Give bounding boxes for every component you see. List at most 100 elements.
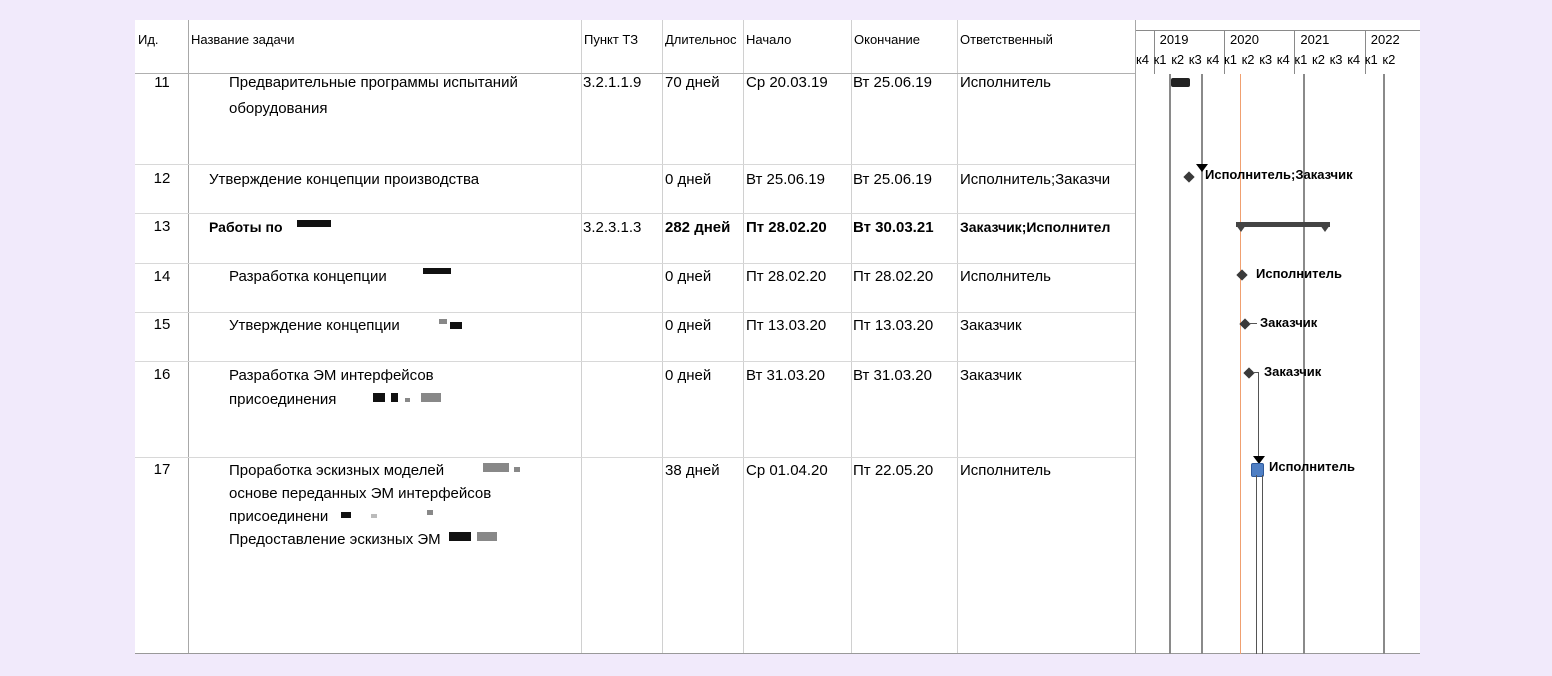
redaction: [371, 514, 377, 518]
header-name[interactable]: Название задачи: [191, 32, 577, 47]
header-id[interactable]: Ид.: [138, 32, 186, 47]
task-name-line[interactable]: Утверждение концепции: [229, 315, 400, 336]
header-end[interactable]: Окончание: [854, 32, 955, 47]
task-start[interactable]: Пт 28.02.20: [746, 217, 827, 238]
col-divider: [851, 20, 852, 654]
task-end[interactable]: Вт 30.03.21: [853, 217, 934, 238]
task-responsible[interactable]: Заказчик: [960, 315, 1133, 336]
gantt-label-task-14: Исполнитель: [1256, 266, 1342, 281]
timeline-quarter: к1: [1364, 52, 1378, 67]
task-end[interactable]: Вт 25.06.19: [853, 169, 932, 190]
gantt-summary-bar-task-13[interactable]: [1236, 222, 1330, 227]
header-responsible[interactable]: Ответственный: [960, 32, 1132, 47]
task-duration[interactable]: 0 дней: [665, 169, 711, 190]
gantt-label-task-15: Заказчик: [1260, 315, 1318, 330]
task-id: 17: [153, 461, 171, 478]
redaction: [449, 532, 471, 541]
gantt-milestone-task-12[interactable]: [1183, 171, 1195, 183]
gantt-milestone-task-14[interactable]: [1236, 269, 1248, 281]
task-name-line[interactable]: Разработка ЭМ интерфейсов: [229, 365, 434, 386]
gantt-label-task-12: Исполнитель;Заказчик: [1205, 167, 1353, 182]
task-duration[interactable]: 70 дней: [665, 72, 720, 93]
row-divider: [135, 164, 1135, 165]
timeline-quarter: к3: [1259, 52, 1273, 67]
timeline-year: 2019: [1159, 32, 1189, 47]
timeline-quarter: к4: [1347, 52, 1361, 67]
task-start[interactable]: Ср 20.03.19: [746, 72, 828, 93]
redaction: [514, 467, 520, 472]
task-end[interactable]: Пт 28.02.20: [853, 266, 933, 287]
task-start[interactable]: Пт 28.02.20: [746, 266, 826, 287]
task-duration[interactable]: 0 дней: [665, 266, 711, 287]
gantt-connector: [1256, 475, 1257, 654]
gantt-label-task-16: Заказчик: [1264, 364, 1322, 379]
redaction: [373, 393, 385, 402]
header-duration[interactable]: Длительнос: [665, 32, 742, 47]
task-id: 16: [153, 366, 171, 383]
table-bottom: [135, 653, 1420, 654]
task-name-line[interactable]: Предоставление эскизных ЭМ: [229, 529, 441, 550]
gantt-summary-cap: [1236, 225, 1246, 232]
redaction: [297, 220, 331, 227]
timeline-quarter: к2: [1241, 52, 1255, 67]
task-responsible[interactable]: Исполнитель: [960, 72, 1133, 93]
col-divider: [957, 20, 958, 654]
task-name-line[interactable]: Проработка эскизных моделей: [229, 460, 444, 481]
timeline-quarter: к2: [1382, 52, 1396, 67]
task-name-line[interactable]: Работы по: [209, 217, 283, 238]
redaction: [341, 512, 351, 518]
task-start[interactable]: Пт 13.03.20: [746, 315, 826, 336]
task-responsible[interactable]: Заказчик: [960, 365, 1133, 386]
timeline-quarter: к4: [1276, 52, 1290, 67]
header-start[interactable]: Начало: [746, 32, 849, 47]
gantt-year-line: [1169, 74, 1171, 654]
task-start[interactable]: Ср 01.04.20: [746, 460, 828, 481]
task-duration[interactable]: 38 дней: [665, 460, 720, 481]
redaction: [423, 268, 451, 274]
gantt-milestone-task-16[interactable]: [1243, 367, 1255, 379]
redaction: [450, 322, 462, 329]
task-id: 13: [153, 218, 171, 235]
task-duration[interactable]: 282 дней: [665, 217, 742, 238]
task-name-line[interactable]: присоединени: [229, 506, 328, 527]
task-start[interactable]: Вт 31.03.20: [746, 365, 825, 386]
task-end[interactable]: Вт 25.06.19: [853, 72, 932, 93]
gantt-connector: [1249, 323, 1257, 324]
col-divider: [743, 20, 744, 654]
task-duration[interactable]: 0 дней: [665, 315, 711, 336]
header-punkt[interactable]: Пункт ТЗ: [584, 32, 660, 47]
row-divider: [135, 213, 1135, 214]
col-divider: [581, 20, 582, 654]
gantt-connector: [1262, 475, 1263, 654]
task-name-line[interactable]: оборудования: [229, 98, 327, 119]
task-responsible[interactable]: Исполнитель: [960, 266, 1133, 287]
gantt-year-line: [1383, 74, 1385, 654]
gantt-summary-cap: [1320, 225, 1330, 232]
gantt-bar-task-11[interactable]: [1171, 78, 1190, 87]
task-start[interactable]: Вт 25.06.19: [746, 169, 825, 190]
redaction: [405, 398, 410, 402]
task-end[interactable]: Вт 31.03.20: [853, 365, 932, 386]
task-duration[interactable]: 0 дней: [665, 365, 711, 386]
task-name-line[interactable]: присоединения: [229, 389, 336, 410]
timeline-quarter: к1: [1294, 52, 1308, 67]
task-name-line[interactable]: Разработка концепции: [229, 266, 387, 287]
redaction: [483, 463, 509, 472]
task-end[interactable]: Пт 22.05.20: [853, 460, 933, 481]
timeline-year: 2022: [1370, 32, 1400, 47]
task-responsible[interactable]: Исполнитель;Заказчи: [960, 169, 1133, 190]
gantt-connector: [1258, 372, 1259, 462]
task-responsible[interactable]: Заказчик;Исполнител: [960, 217, 1133, 238]
task-responsible[interactable]: Исполнитель: [960, 460, 1133, 481]
task-end[interactable]: Пт 13.03.20: [853, 315, 933, 336]
redaction: [391, 393, 398, 402]
gantt-milestone-task-15[interactable]: [1239, 318, 1251, 330]
timeline-quarter: к3: [1188, 52, 1202, 67]
redaction: [421, 393, 441, 402]
task-id: 12: [153, 170, 171, 187]
task-name-line[interactable]: Предварительные программы испытаний: [229, 72, 518, 93]
task-name-line[interactable]: основе переданных ЭМ интерфейсов: [229, 483, 491, 504]
task-punkt[interactable]: 3.2.1.1.9: [583, 72, 641, 93]
task-punkt[interactable]: 3.2.3.1.3: [583, 217, 641, 238]
task-name-line[interactable]: Утверждение концепции производства: [209, 169, 479, 190]
